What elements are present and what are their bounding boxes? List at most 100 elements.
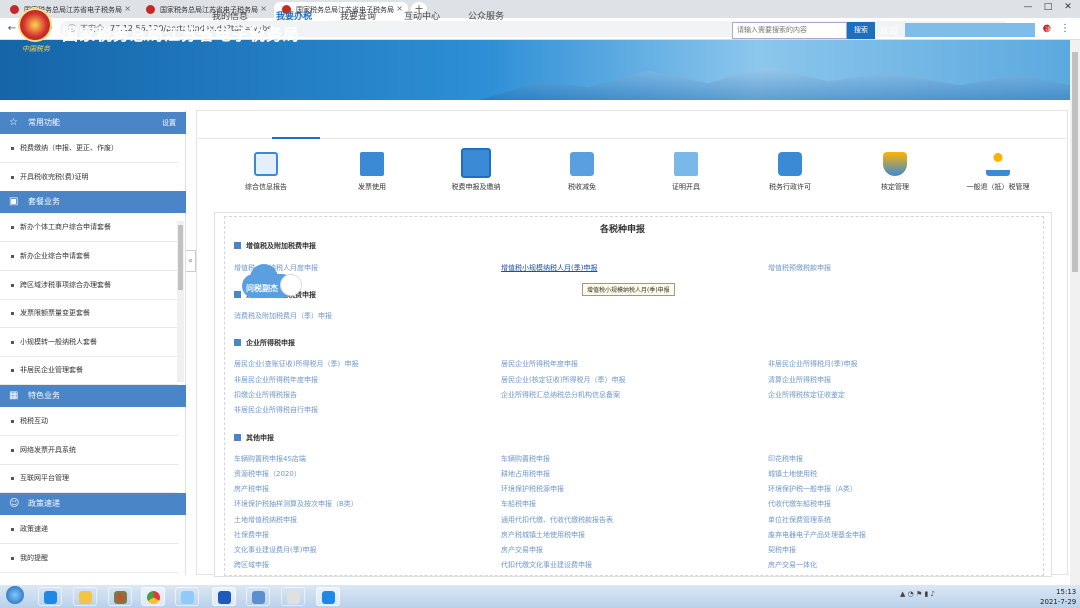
- search-button[interactable]: 搜索: [847, 22, 875, 39]
- sidebar-item[interactable]: 网络发票开具系统: [0, 436, 178, 465]
- link-other[interactable]: 车辆购置税申报: [501, 454, 550, 464]
- tab-public-service[interactable]: 公众服务: [468, 9, 504, 22]
- sidebar-item[interactable]: 非居民企业管理套餐: [0, 356, 178, 385]
- link-income[interactable]: 非居民企业所得税年度申报: [234, 375, 318, 385]
- sidebar-item[interactable]: 小规模转一般纳税人套餐: [0, 328, 178, 357]
- function-label[interactable]: 税收减免: [564, 182, 600, 192]
- start-button[interactable]: [6, 586, 24, 604]
- sidebar-scrollbar[interactable]: [177, 221, 184, 382]
- tab-my-info[interactable]: 我的信息: [212, 9, 248, 22]
- sidebar-item[interactable]: 我的提醒: [0, 544, 178, 573]
- tab-tax-handling[interactable]: 我要办税: [276, 9, 312, 22]
- tab-interaction[interactable]: 互动中心: [404, 9, 440, 22]
- remote-desktop-icon[interactable]: [246, 587, 270, 606]
- link-income[interactable]: 扣缴企业所得税报告: [234, 390, 297, 400]
- function-label[interactable]: 税务行政许可: [765, 182, 815, 192]
- ie-icon[interactable]: [316, 587, 340, 606]
- sidebar-item[interactable]: 新办个体工商户综合申请套餐: [0, 213, 178, 242]
- sidebar-item[interactable]: 跨区域涉税事项综合办理套餐: [0, 271, 178, 300]
- link-other[interactable]: 耕地占用税申报: [501, 469, 550, 479]
- sidebar-item[interactable]: 新办企业综合申请套餐: [0, 242, 178, 271]
- maximize-icon[interactable]: □: [1040, 2, 1056, 16]
- link-income[interactable]: 居民企业所得税年度申报: [501, 359, 578, 369]
- close-tab-icon[interactable]: ×: [396, 4, 403, 13]
- notepad-icon[interactable]: [175, 587, 199, 606]
- ie-icon[interactable]: [38, 587, 62, 606]
- link-other[interactable]: 房产税城镇土地使用税申报: [501, 530, 585, 540]
- function-label[interactable]: 证明开具: [668, 182, 704, 192]
- link-consumption[interactable]: 消费税及附加税费月（季）申报: [234, 311, 332, 321]
- word-icon[interactable]: [212, 587, 236, 606]
- link-other[interactable]: 资源税申报（2020）: [234, 469, 301, 479]
- link-other[interactable]: 房产交易申报: [501, 545, 543, 555]
- document-icon[interactable]: [281, 587, 305, 606]
- link-other[interactable]: 环境保护税税源申报: [501, 484, 564, 494]
- report-icon[interactable]: [254, 152, 278, 176]
- sidebar-item[interactable]: 税费缴纳（申报、更正、作废）: [0, 134, 178, 163]
- collapse-sidebar-icon[interactable]: «: [186, 250, 196, 272]
- link-income[interactable]: 非居民企业所得税月(季)申报: [768, 359, 857, 369]
- link-other[interactable]: 跨区域申报: [234, 560, 269, 570]
- link-income[interactable]: 非居民企业所得税自行申报: [234, 405, 318, 415]
- clock[interactable]: 15:13 2021-7-29: [1040, 587, 1076, 607]
- link-income[interactable]: 企业所得税核定征收鉴定: [768, 390, 845, 400]
- link-other[interactable]: 契税申报: [768, 545, 796, 555]
- link-income[interactable]: 清算企业所得税申报: [768, 375, 831, 385]
- browser-tab[interactable]: 国家税务总局江苏省电子税务局 ×: [138, 2, 272, 18]
- license-icon[interactable]: [778, 152, 802, 176]
- sidebar-section-package[interactable]: ▣ 套餐业务: [0, 191, 186, 213]
- shield-icon[interactable]: [883, 152, 907, 176]
- link-other[interactable]: 房产税申报: [234, 484, 269, 494]
- link-income[interactable]: 企业所得税汇总纳税总分机构信息备案: [501, 390, 620, 400]
- sidebar-section-common[interactable]: ☆ 常用功能 设置: [0, 112, 186, 134]
- link-other[interactable]: 车辆购置税申报4S店端: [234, 454, 306, 464]
- link-vat-prepay[interactable]: 增值税预缴税款申报: [768, 263, 831, 273]
- invoice-icon[interactable]: [360, 152, 384, 176]
- link-other[interactable]: 通用代扣代缴、代收代缴税款报告表: [501, 515, 613, 525]
- link-other[interactable]: 印花税申报: [768, 454, 803, 464]
- minimize-icon[interactable]: —: [1020, 2, 1036, 16]
- chart-icon[interactable]: [570, 152, 594, 176]
- close-window-icon[interactable]: ✕: [1060, 2, 1076, 16]
- function-label[interactable]: 税费申报及缴纳: [446, 182, 506, 192]
- logout-link[interactable]: 退出: [1045, 24, 1063, 37]
- function-label[interactable]: 核定管理: [877, 182, 913, 192]
- search-input[interactable]: [732, 22, 847, 39]
- folder-icon[interactable]: [73, 587, 97, 606]
- certificate-icon[interactable]: [674, 152, 698, 176]
- link-other[interactable]: 房产交易一体化: [768, 560, 817, 570]
- settings-link[interactable]: 设置: [162, 112, 176, 134]
- link-vat-small[interactable]: 增值税小规模纳税人月(季)申报: [501, 263, 597, 273]
- sidebar-item[interactable]: 政策速递: [0, 515, 178, 544]
- link-income[interactable]: 居民企业(查账征收)所得税月（季）申报: [234, 359, 358, 369]
- system-tray[interactable]: ▲ ◔ ⚑ ▮ ♪: [900, 590, 935, 598]
- sidebar-section-policy[interactable]: ☺ 政策速递: [0, 493, 186, 515]
- link-income[interactable]: 居民企业(核定征收)所得税月（季）申报: [501, 375, 625, 385]
- media-icon[interactable]: [108, 587, 132, 606]
- network-icon[interactable]: [986, 152, 1010, 176]
- link-other[interactable]: 社保费申报: [234, 530, 269, 540]
- link-other[interactable]: 城镇土地使用税: [768, 469, 817, 479]
- function-label[interactable]: 一般退（抵）税管理: [962, 182, 1034, 192]
- chrome-icon[interactable]: [141, 587, 165, 606]
- function-label[interactable]: 发票使用: [353, 182, 391, 192]
- link-other[interactable]: 代扣代缴文化事业建设费申报: [501, 560, 592, 570]
- link-other[interactable]: 单位社保费管理系统: [768, 515, 831, 525]
- monitor-icon[interactable]: [461, 148, 491, 178]
- sidebar-item[interactable]: 发票限额票量变更套餐: [0, 299, 178, 328]
- close-tab-icon[interactable]: ×: [124, 4, 131, 13]
- assistant-label[interactable]: 问税副杰: [246, 283, 278, 294]
- sidebar-item[interactable]: 互联网平台管理: [0, 464, 178, 493]
- link-other[interactable]: 环境保护税抽样测算及按次申报（B类）: [234, 499, 358, 509]
- link-other[interactable]: 土地增值税纳税申报: [234, 515, 297, 525]
- link-other[interactable]: 代收代缴车船税申报: [768, 499, 831, 509]
- link-other[interactable]: 文化事业建设费月(季)申报: [234, 545, 316, 555]
- link-other[interactable]: 废弃电器电子产品处理基金申报: [768, 530, 866, 540]
- link-other[interactable]: 环境保护税一般申报（A类）: [768, 484, 857, 494]
- sidebar-item[interactable]: 税税互动: [0, 407, 178, 436]
- sidebar-item[interactable]: 开具税收完税(费)证明: [0, 163, 178, 192]
- page-scrollbar[interactable]: [1070, 40, 1080, 585]
- link-other[interactable]: 车船税申报: [501, 499, 536, 509]
- tab-query[interactable]: 我要查询: [340, 9, 376, 22]
- back-icon[interactable]: ←: [5, 22, 19, 36]
